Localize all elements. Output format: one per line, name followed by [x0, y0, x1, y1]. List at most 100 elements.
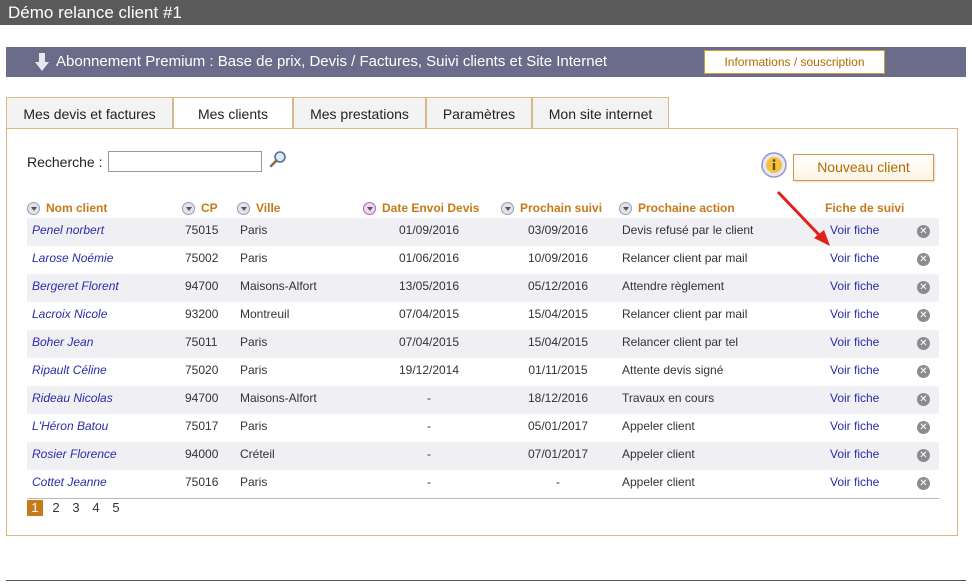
client-name-link[interactable]: Bergeret Florent: [32, 274, 119, 298]
prochaine-action: Attente devis signé: [622, 363, 724, 377]
client-name-link[interactable]: Ripault Céline: [32, 358, 107, 382]
client-name-link[interactable]: L'Héron Batou: [32, 414, 108, 438]
sort-icon: [27, 201, 40, 215]
date-envoi-devis: 19/12/2014: [398, 363, 460, 377]
page-link-5[interactable]: 5: [108, 500, 124, 516]
tab-parametres[interactable]: Paramètres: [426, 97, 532, 129]
voir-fiche-link[interactable]: Voir fiche: [830, 358, 879, 382]
page-link-2[interactable]: 2: [48, 500, 64, 516]
client-name-link[interactable]: Rosier Florence: [32, 442, 117, 466]
search-label: Recherche :: [27, 154, 103, 170]
prochain-suivi: 15/04/2015: [527, 335, 589, 349]
client-name-link[interactable]: Boher Jean: [32, 330, 93, 354]
date-envoi-devis: 07/04/2015: [398, 307, 460, 321]
delete-row-icon[interactable]: ✕: [917, 281, 930, 294]
delete-row-icon[interactable]: ✕: [917, 309, 930, 322]
tab-mes-prestations[interactable]: Mes prestations: [293, 97, 426, 129]
search-input[interactable]: [108, 151, 262, 172]
client-cp: 94700: [185, 279, 219, 293]
voir-fiche-link[interactable]: Voir fiche: [830, 302, 879, 326]
voir-fiche-link[interactable]: Voir fiche: [830, 414, 879, 438]
client-ville: Paris: [240, 419, 268, 433]
prochaine-action: Travaux en cours: [622, 391, 715, 405]
client-ville: Maisons-Alfort: [240, 391, 317, 405]
magnifier-icon[interactable]: [269, 150, 287, 168]
prochaine-action: Attendre règlement: [622, 279, 725, 293]
delete-row-icon[interactable]: ✕: [917, 393, 930, 406]
premium-banner: Abonnement Premium : Base de prix, Devis…: [6, 47, 966, 77]
prochain-suivi: -: [556, 475, 560, 489]
prochaine-action: Devis refusé par le client: [622, 223, 754, 237]
client-name-link[interactable]: Rideau Nicolas: [32, 386, 113, 410]
page-link-3[interactable]: 3: [68, 500, 84, 516]
info-icon[interactable]: [761, 152, 787, 178]
delete-row-icon[interactable]: ✕: [917, 365, 930, 378]
table-row: Lacroix Nicole 93200 Montreuil 07/04/201…: [27, 302, 939, 330]
voir-fiche-link[interactable]: Voir fiche: [830, 386, 879, 410]
prochain-suivi: 01/11/2015: [528, 363, 588, 377]
client-name-link[interactable]: Larose Noémie: [32, 246, 113, 270]
table-row: L'Héron Batou 75017 Paris - 05/01/2017 A…: [27, 414, 939, 442]
sort-icon: [237, 201, 250, 215]
date-envoi-devis: -: [427, 475, 431, 489]
sort-icon: [619, 201, 632, 215]
client-cp: 75020: [185, 363, 219, 377]
client-ville: Paris: [240, 223, 268, 237]
voir-fiche-link[interactable]: Voir fiche: [830, 470, 879, 494]
delete-row-icon[interactable]: ✕: [917, 449, 930, 462]
header-nom-client[interactable]: Nom client: [27, 201, 107, 215]
download-arrow-icon: [35, 53, 49, 71]
sort-icon: [182, 201, 195, 215]
date-envoi-devis: 07/04/2015: [398, 335, 460, 349]
client-name-link[interactable]: Cottet Jeanne: [32, 470, 107, 494]
table-row: Rideau Nicolas 94700 Maisons-Alfort - 18…: [27, 386, 939, 414]
header-cp[interactable]: CP: [182, 201, 218, 215]
prochain-suivi: 10/09/2016: [527, 251, 589, 265]
client-cp: 94000: [185, 447, 219, 461]
prochaine-action: Appeler client: [622, 475, 695, 489]
subscription-info-button[interactable]: Informations / souscription: [704, 50, 885, 74]
date-envoi-devis: 01/06/2016: [398, 251, 460, 265]
client-name-link[interactable]: Lacroix Nicole: [32, 302, 107, 326]
client-ville: Maisons-Alfort: [240, 279, 317, 293]
table-divider: [27, 498, 939, 499]
delete-row-icon[interactable]: ✕: [917, 337, 930, 350]
header-prochaine-action[interactable]: Prochaine action: [619, 201, 735, 215]
header-prochain-suivi[interactable]: Prochain suivi: [501, 201, 602, 215]
date-envoi-devis: 13/05/2016: [398, 279, 460, 293]
page-link-4[interactable]: 4: [88, 500, 104, 516]
table-row: Rosier Florence 94000 Créteil - 07/01/20…: [27, 442, 939, 470]
tab-mon-site-internet[interactable]: Mon site internet: [532, 97, 669, 129]
voir-fiche-link[interactable]: Voir fiche: [830, 274, 879, 298]
clients-table: Penel norbert 75015 Paris 01/09/2016 03/…: [27, 218, 939, 498]
delete-row-icon[interactable]: ✕: [917, 421, 930, 434]
sort-active-icon: [363, 201, 376, 215]
client-ville: Paris: [240, 363, 268, 377]
header-ville[interactable]: Ville: [237, 201, 280, 215]
client-ville: Paris: [240, 335, 268, 349]
prochaine-action: Appeler client: [622, 419, 695, 433]
red-arrow-icon: [776, 190, 830, 246]
delete-row-icon[interactable]: ✕: [917, 477, 930, 490]
voir-fiche-link[interactable]: Voir fiche: [830, 442, 879, 466]
date-envoi-devis: -: [427, 391, 431, 405]
table-row: Cottet Jeanne 75016 Paris - - Appeler cl…: [27, 470, 939, 498]
delete-row-icon[interactable]: ✕: [917, 253, 930, 266]
date-envoi-devis: -: [427, 447, 431, 461]
date-envoi-devis: 01/09/2016: [398, 223, 460, 237]
client-ville: Montreuil: [240, 307, 290, 321]
page-link-1[interactable]: 1: [27, 500, 43, 516]
client-name-link[interactable]: Penel norbert: [32, 218, 104, 242]
client-cp: 75011: [185, 335, 218, 349]
voir-fiche-link[interactable]: Voir fiche: [830, 330, 879, 354]
prochaine-action: Relancer client par mail: [622, 251, 748, 265]
client-ville: Paris: [240, 475, 268, 489]
new-client-button[interactable]: Nouveau client: [793, 154, 934, 181]
header-date-envoi[interactable]: Date Envoi Devis: [363, 201, 479, 215]
tab-devis-factures[interactable]: Mes devis et factures: [6, 97, 173, 129]
footer-divider: [6, 580, 966, 581]
client-cp: 75002: [185, 251, 219, 265]
tab-mes-clients[interactable]: Mes clients: [173, 97, 293, 130]
client-ville: Créteil: [240, 447, 275, 461]
delete-row-icon[interactable]: ✕: [917, 225, 930, 238]
